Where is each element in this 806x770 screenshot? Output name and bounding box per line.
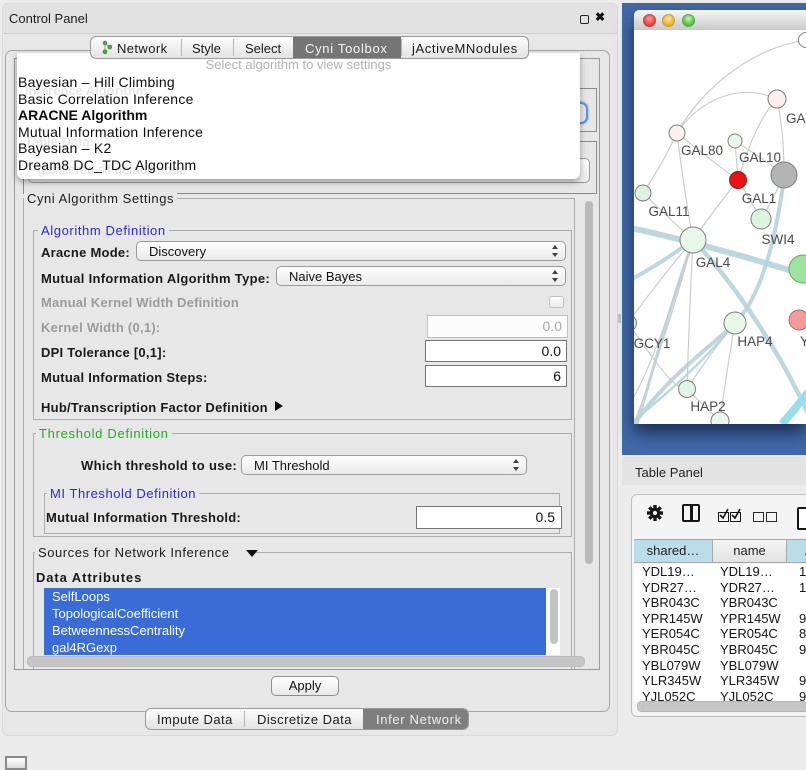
svg-text:HAP4: HAP4 — [737, 334, 773, 349]
svg-text:GAL1: GAL1 — [742, 191, 777, 206]
svg-text:GAL7: GAL7 — [786, 111, 806, 126]
svg-text:YM: YM — [800, 334, 806, 349]
svg-text:SWI4: SWI4 — [761, 232, 794, 247]
svg-text:GCY1: GCY1 — [634, 336, 670, 351]
svg-text:HAP2: HAP2 — [690, 399, 725, 414]
svg-text:GAL11: GAL11 — [648, 204, 689, 219]
svg-text:GAL80: GAL80 — [681, 143, 723, 158]
svg-text:GAL10: GAL10 — [739, 150, 781, 165]
svg-text:GAL4: GAL4 — [696, 255, 731, 270]
